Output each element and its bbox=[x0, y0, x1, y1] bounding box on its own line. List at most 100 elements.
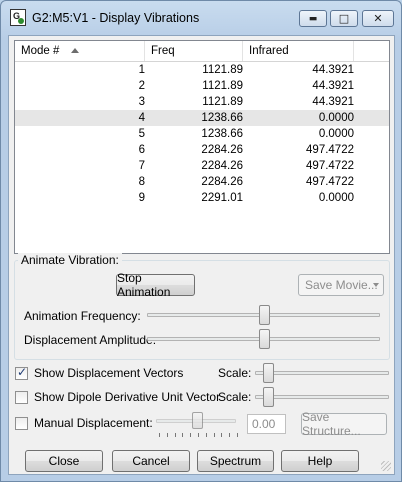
animate-vibration-label: Animate Vibration: bbox=[18, 253, 122, 267]
mode-cell: 6 bbox=[138, 144, 145, 156]
displacement-amplitude-label: Displacement Amplitude: bbox=[24, 333, 157, 347]
gaussview-app-icon: G bbox=[10, 9, 26, 26]
column-infrared-label: Infrared bbox=[249, 45, 289, 57]
table-body: 1 1121.89 44.3921 2 1121.89 44.3921 3 1121.89 44… bbox=[15, 62, 389, 206]
freq-cell: 1121.89 bbox=[202, 80, 243, 92]
infrared-cell: 0.0000 bbox=[318, 128, 354, 140]
animation-frequency-label: Animation Frequency: bbox=[24, 309, 141, 323]
help-label: Help bbox=[307, 454, 333, 468]
animation-frequency-slider[interactable] bbox=[258, 305, 270, 325]
save-movie-label: Save Movie... bbox=[305, 278, 378, 292]
vectors-scale-slider[interactable] bbox=[263, 363, 274, 383]
infrared-cell: 0.0000 bbox=[318, 192, 354, 204]
table-row[interactable]: 8 2284.26 497.4722 bbox=[15, 174, 389, 190]
close-window-button[interactable]: ✕ bbox=[362, 10, 394, 27]
freq-cell: 1238.66 bbox=[201, 128, 243, 140]
slider-tick bbox=[221, 433, 223, 437]
show-dipole-derivative-checkbox[interactable]: ✓ bbox=[15, 391, 28, 404]
freq-cell: 2284.26 bbox=[201, 160, 243, 172]
slider-tick bbox=[174, 433, 176, 437]
manual-displacement-checkbox[interactable]: ✓ bbox=[15, 417, 28, 430]
table-row[interactable]: 9 2291.01 0.0000 bbox=[15, 190, 389, 206]
dropdown-arrow-icon bbox=[373, 283, 379, 287]
save-movie-dropdown[interactable]: Save Movie... bbox=[298, 274, 384, 296]
table-row[interactable]: 3 1121.89 44.3921 bbox=[15, 94, 389, 110]
save-structure-label: Save Structure... bbox=[302, 410, 361, 438]
mode-cell: 2 bbox=[138, 80, 145, 92]
close-label: Close bbox=[48, 454, 80, 468]
slider-tick bbox=[229, 433, 231, 437]
slider-tick bbox=[213, 433, 215, 437]
displacement-amplitude-slider[interactable] bbox=[258, 329, 270, 349]
mode-cell: 3 bbox=[138, 96, 145, 108]
table-row[interactable]: 1 1121.89 44.3921 bbox=[15, 62, 389, 78]
dialog-body: Mode # Freq Infrared 1 1121.89 44.3921 2 112… bbox=[8, 35, 395, 475]
infrared-cell: 497.4722 bbox=[306, 160, 354, 172]
column-freq[interactable]: Freq bbox=[145, 41, 243, 61]
checkmark-icon: ✓ bbox=[17, 365, 28, 379]
vectors-scale-track[interactable] bbox=[255, 371, 389, 375]
slider-tick bbox=[166, 433, 168, 437]
slider-tick bbox=[198, 433, 199, 437]
dipole-scale-slider[interactable] bbox=[263, 387, 274, 407]
show-dipole-derivative-label[interactable]: Show Dipole Derivative Unit Vector bbox=[34, 390, 220, 404]
slider-tick bbox=[190, 433, 192, 437]
freq-cell: 1238.66 bbox=[201, 112, 243, 124]
cancel-button[interactable]: Cancel bbox=[112, 450, 190, 472]
sort-ascending-icon bbox=[71, 48, 79, 53]
freq-cell: 1121.89 bbox=[202, 96, 243, 108]
close-button[interactable]: Close bbox=[25, 450, 103, 472]
manual-displacement-label[interactable]: Manual Displacement: bbox=[34, 416, 153, 430]
column-infrared[interactable]: Infrared bbox=[243, 41, 354, 61]
show-displacement-vectors-checkbox[interactable]: ✓ bbox=[15, 365, 28, 380]
vectors-scale-label: Scale: bbox=[218, 366, 252, 380]
table-row[interactable]: 4 1238.66 0.0000 bbox=[15, 110, 389, 126]
table-row[interactable]: 2 1121.89 44.3921 bbox=[15, 78, 389, 94]
manual-displacement-value[interactable]: 0.00 bbox=[247, 414, 286, 434]
cancel-label: Cancel bbox=[132, 454, 170, 468]
spectrum-label: Spectrum bbox=[209, 454, 262, 468]
minimize-icon: ▬ bbox=[308, 13, 318, 24]
mode-cell: 9 bbox=[138, 192, 145, 204]
table-row[interactable]: 6 2284.26 497.4722 bbox=[15, 142, 389, 158]
dipole-scale-track[interactable] bbox=[255, 395, 389, 399]
help-button[interactable]: Help bbox=[281, 450, 359, 472]
resize-grip[interactable] bbox=[381, 461, 391, 471]
close-icon: ✕ bbox=[373, 12, 383, 25]
modes-table[interactable]: Mode # Freq Infrared 1 1121.89 44.3921 2 112… bbox=[14, 40, 390, 254]
infrared-cell: 44.3921 bbox=[312, 64, 354, 76]
infrared-cell: 0.0000 bbox=[318, 112, 354, 124]
column-mode-label: Mode # bbox=[21, 45, 60, 57]
freq-cell: 2291.01 bbox=[201, 192, 243, 204]
mode-cell: 4 bbox=[138, 112, 145, 124]
show-displacement-vectors-label[interactable]: Show Displacement Vectors bbox=[34, 366, 183, 380]
spectrum-button[interactable]: Spectrum bbox=[197, 450, 274, 472]
mode-cell: 5 bbox=[138, 128, 145, 140]
minimize-button[interactable]: ▬ bbox=[299, 10, 327, 27]
mode-cell: 1 bbox=[138, 64, 145, 76]
infrared-cell: 44.3921 bbox=[312, 80, 354, 92]
title-bar[interactable]: G G2:M5:V1 - Display Vibrations ▬ □ ✕ bbox=[1, 1, 401, 35]
dipole-scale-label: Scale: bbox=[218, 390, 252, 404]
freq-cell: 2284.26 bbox=[201, 176, 243, 188]
window-title: G2:M5:V1 - Display Vibrations bbox=[32, 11, 200, 25]
slider-tick bbox=[205, 433, 207, 437]
table-header: Mode # Freq Infrared bbox=[15, 41, 389, 62]
infrared-cell: 497.4722 bbox=[306, 176, 354, 188]
slider-tick bbox=[159, 433, 160, 437]
slider-tick bbox=[182, 433, 184, 437]
infrared-cell: 497.4722 bbox=[306, 144, 354, 156]
table-row[interactable]: 7 2284.26 497.4722 bbox=[15, 158, 389, 174]
maximize-icon: □ bbox=[338, 12, 350, 25]
freq-cell: 1121.89 bbox=[202, 64, 243, 76]
maximize-button[interactable]: □ bbox=[330, 10, 358, 27]
display-vibrations-window: G G2:M5:V1 - Display Vibrations ▬ □ ✕ Mo… bbox=[0, 0, 402, 482]
column-mode[interactable]: Mode # bbox=[15, 41, 145, 61]
mode-cell: 8 bbox=[138, 176, 145, 188]
infrared-cell: 44.3921 bbox=[312, 96, 354, 108]
mode-cell: 7 bbox=[138, 160, 145, 172]
save-structure-button[interactable]: Save Structure... bbox=[301, 410, 387, 438]
table-row[interactable]: 5 1238.66 0.0000 bbox=[15, 126, 389, 142]
manual-displacement-slider[interactable] bbox=[192, 412, 203, 429]
stop-animation-button[interactable]: Stop Animation bbox=[116, 271, 195, 299]
